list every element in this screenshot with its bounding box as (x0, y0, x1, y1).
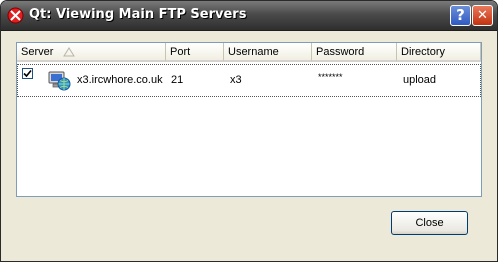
checkmark-icon (23, 69, 32, 78)
help-button[interactable]: ? (450, 5, 471, 26)
qt-app-icon (7, 7, 24, 24)
row-checkbox[interactable] (22, 68, 33, 79)
port-cell: 21 (171, 74, 184, 86)
ftp-server-list[interactable]: Server Port Username Password Directory (16, 42, 482, 197)
directory-cell: upload (403, 74, 437, 86)
column-header-server-label: Server (21, 46, 54, 58)
column-header-port[interactable]: Port (166, 43, 224, 62)
network-computer-icon (48, 71, 71, 91)
server-cell: x3.ircwhore.co.uk (77, 74, 163, 86)
password-cell: ******* (318, 72, 343, 82)
window-close-button[interactable]: ✕ (472, 5, 493, 26)
column-header-directory[interactable]: Directory (397, 43, 481, 62)
username-cell: x3 (230, 74, 242, 86)
title-bar[interactable]: Qt: Viewing Main FTP Servers ? ✕ (1, 1, 497, 31)
close-button[interactable]: Close (391, 211, 468, 235)
table-row[interactable]: x3.ircwhore.co.uk 21 x3 ******* upload (17, 64, 481, 97)
column-header-server[interactable]: Server (17, 43, 166, 62)
column-header-password[interactable]: Password (312, 43, 397, 62)
column-header-username[interactable]: Username (224, 43, 312, 62)
window-title: Qt: Viewing Main FTP Servers (29, 7, 247, 22)
column-header-row: Server Port Username Password Directory (17, 43, 481, 63)
ftp-servers-dialog: Qt: Viewing Main FTP Servers ? ✕ Server … (0, 0, 498, 262)
sort-ascending-icon (63, 47, 75, 57)
